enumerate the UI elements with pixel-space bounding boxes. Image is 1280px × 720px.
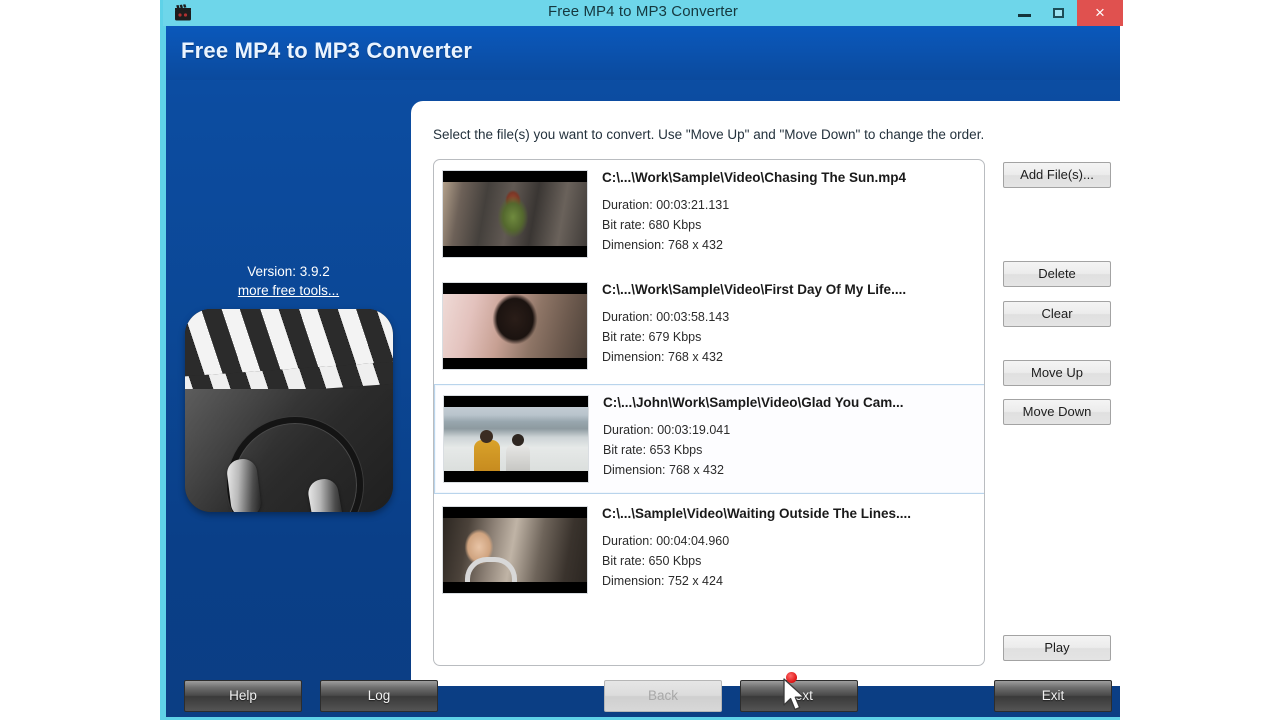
letterbox-top — [443, 171, 587, 182]
instruction-text: Select the file(s) you want to convert. … — [433, 127, 985, 142]
file-bitrate: Bit rate: 680 Kbps — [602, 218, 702, 232]
file-duration: Duration: 00:03:21.131 — [602, 198, 730, 212]
play-button[interactable]: Play — [1003, 635, 1111, 661]
window-title: Free MP4 to MP3 Converter — [547, 3, 739, 20]
close-icon: × — [1095, 3, 1105, 22]
maximize-icon — [1053, 8, 1064, 18]
list-item[interactable]: C:\...\Work\Sample\Video\First Day Of My… — [434, 272, 984, 382]
file-bitrate: Bit rate: 650 Kbps — [602, 554, 702, 568]
file-dimension: Dimension: 752 x 424 — [602, 574, 723, 588]
file-dimension: Dimension: 768 x 432 — [602, 238, 723, 252]
version-label: Version: 3.9.2 — [247, 264, 330, 279]
file-dimension: Dimension: 768 x 432 — [602, 350, 723, 364]
letterbox-bottom — [443, 582, 587, 593]
file-path: C:\...\Work\Sample\Video\Chasing The Sun… — [602, 170, 907, 185]
file-duration: Duration: 00:03:19.041 — [603, 423, 731, 437]
video-thumbnail — [442, 282, 588, 370]
app-header-banner: Free MP4 to MP3 Converter — [166, 26, 1120, 80]
file-path: C:\...\Sample\Video\Waiting Outside The … — [602, 506, 912, 521]
letterbox-top — [444, 396, 588, 407]
minimize-icon — [1018, 14, 1031, 17]
click-indicator-dot — [786, 672, 797, 683]
file-bitrate: Bit rate: 653 Kbps — [603, 443, 703, 457]
file-list[interactable]: C:\...\Work\Sample\Video\Chasing The Sun… — [433, 159, 985, 666]
list-item[interactable]: C:\...\Work\Sample\Video\Chasing The Sun… — [434, 160, 984, 270]
log-button[interactable]: Log — [320, 680, 438, 712]
letterbox-top — [443, 507, 587, 518]
headphones-overlay-icon — [465, 557, 517, 584]
move-down-button[interactable]: Move Down — [1003, 399, 1111, 425]
girl-headphones-thumbnail — [443, 507, 587, 593]
exit-button[interactable]: Exit — [994, 680, 1112, 712]
file-duration: Duration: 00:04:04.960 — [602, 534, 730, 548]
application-body: Free MP4 to MP3 Converter Version: 3.9.2… — [166, 26, 1120, 717]
screenshot-root: Free MP4 to MP3 Converter × Free MP4 to … — [0, 0, 1280, 720]
file-path: C:\...\Work\Sample\Video\First Day Of My… — [602, 282, 907, 297]
more-free-tools-link[interactable]: more free tools... — [166, 283, 411, 298]
maximize-button[interactable] — [1042, 0, 1076, 26]
letterbox-bottom — [443, 358, 587, 369]
video-thumbnail — [443, 395, 589, 483]
letterbox-top — [443, 283, 587, 294]
next-button[interactable]: Next — [740, 680, 858, 712]
clear-button[interactable]: Clear — [1003, 301, 1111, 327]
person-head-1 — [480, 430, 493, 443]
list-item[interactable]: C:\...\Sample\Video\Waiting Outside The … — [434, 496, 984, 606]
letterbox-bottom — [444, 471, 588, 482]
close-button[interactable]: × — [1077, 0, 1123, 26]
app-logo-clapperboard-headphones-icon — [185, 309, 393, 512]
woman-closeup-thumbnail — [443, 283, 587, 369]
help-button[interactable]: Help — [184, 680, 302, 712]
move-up-button[interactable]: Move Up — [1003, 360, 1111, 386]
rocky-landscape-thumbnail — [443, 171, 587, 257]
list-item-selected[interactable]: C:\...\John\Work\Sample\Video\Glad You C… — [434, 384, 984, 494]
video-thumbnail — [442, 170, 588, 258]
application-window: Free MP4 to MP3 Converter × Free MP4 to … — [160, 0, 1123, 720]
add-files-button[interactable]: Add File(s)... — [1003, 162, 1111, 188]
title-bar: Free MP4 to MP3 Converter × — [163, 0, 1123, 26]
left-sidebar: Version: 3.9.2 more free tools... — [166, 80, 411, 660]
file-bitrate: Bit rate: 679 Kbps — [602, 330, 702, 344]
app-header-title: Free MP4 to MP3 Converter — [181, 38, 473, 63]
file-dimension: Dimension: 768 x 432 — [603, 463, 724, 477]
beach-two-people-thumbnail — [444, 396, 588, 482]
file-duration: Duration: 00:03:58.143 — [602, 310, 730, 324]
person-head-2 — [512, 434, 524, 446]
back-button: Back — [604, 680, 722, 712]
minimize-button[interactable] — [1008, 0, 1042, 26]
footer-bar: Help Log Back Next Exit — [166, 660, 1120, 717]
delete-button[interactable]: Delete — [1003, 261, 1111, 287]
file-path: C:\...\John\Work\Sample\Video\Glad You C… — [603, 395, 904, 410]
main-panel: Select the file(s) you want to convert. … — [411, 101, 1120, 686]
video-thumbnail — [442, 506, 588, 594]
letterbox-bottom — [443, 246, 587, 257]
